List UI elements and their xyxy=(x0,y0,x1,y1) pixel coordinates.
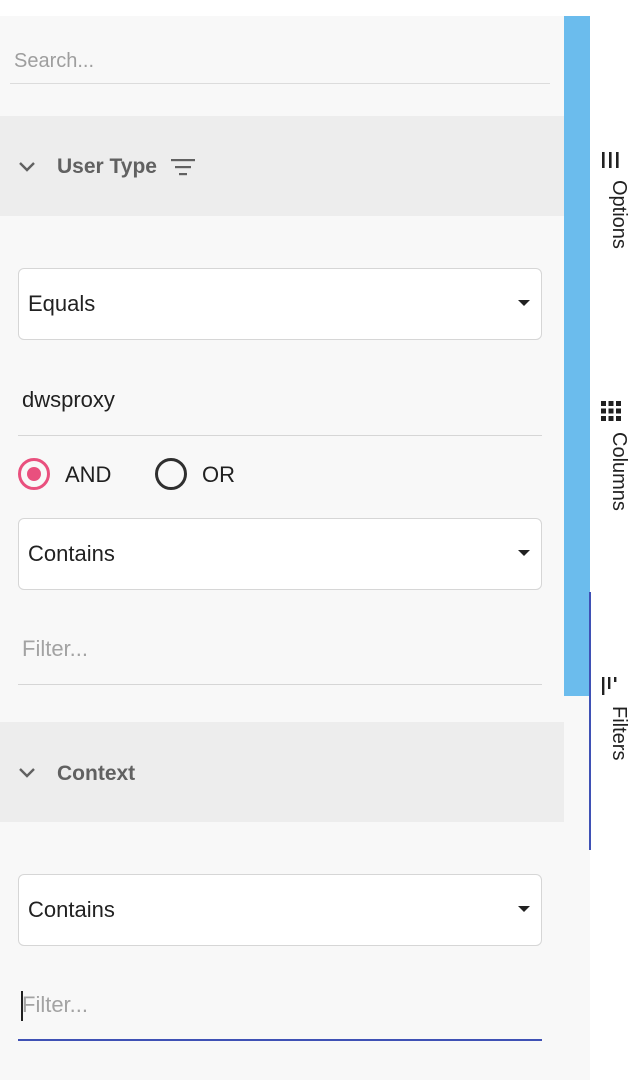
tab-options[interactable]: Options xyxy=(590,140,630,270)
operator-select-value: Equals xyxy=(28,291,96,316)
filter-icon xyxy=(602,677,617,695)
side-bar-lower xyxy=(564,696,590,1080)
text-cursor xyxy=(21,991,23,1021)
search-placeholder: Search... xyxy=(14,50,95,72)
operator-select[interactable]: Contains xyxy=(18,874,542,946)
side-bar-highlight xyxy=(564,16,590,696)
filter-placeholder: Filter... xyxy=(22,636,89,661)
chevron-down-icon[interactable] xyxy=(18,158,36,176)
operator-select-value: Contains xyxy=(28,897,115,922)
menu-lines-icon xyxy=(602,152,619,168)
caret-down-icon xyxy=(518,550,530,556)
operator-select[interactable]: Equals xyxy=(18,268,542,340)
group-header-context[interactable]: Context xyxy=(0,722,564,822)
search-input[interactable]: Search... xyxy=(10,24,550,84)
filter-value-input[interactable]: Filter... xyxy=(18,619,542,685)
tab-options-label: Options xyxy=(608,180,630,249)
filter-placeholder: Filter... xyxy=(22,992,89,1017)
group-header-user-type[interactable]: User Type xyxy=(0,116,564,216)
or-radio[interactable] xyxy=(155,458,187,490)
operator-select[interactable]: Contains xyxy=(18,518,542,590)
and-radio[interactable] xyxy=(18,458,50,490)
tab-columns[interactable]: Columns xyxy=(590,390,630,540)
and-radio-label[interactable]: AND xyxy=(65,462,111,488)
filter-value-input[interactable]: dwsproxy xyxy=(18,370,542,436)
filter-active-icon xyxy=(171,159,195,176)
group-title: User Type xyxy=(57,155,157,178)
tab-columns-label: Columns xyxy=(608,432,630,511)
or-radio-label[interactable]: OR xyxy=(202,462,235,488)
filter-value-text: dwsproxy xyxy=(22,387,115,412)
caret-down-icon xyxy=(518,906,530,912)
tab-filters-label: Filters xyxy=(608,706,630,761)
filter-value-input-focused[interactable]: Filter... xyxy=(18,975,542,1041)
caret-down-icon xyxy=(518,300,530,306)
operator-select-value: Contains xyxy=(28,541,115,566)
chevron-down-icon[interactable] xyxy=(18,764,36,782)
grid-icon xyxy=(601,401,621,421)
tab-filters[interactable]: Filters xyxy=(590,664,630,794)
group-title: Context xyxy=(57,762,136,785)
